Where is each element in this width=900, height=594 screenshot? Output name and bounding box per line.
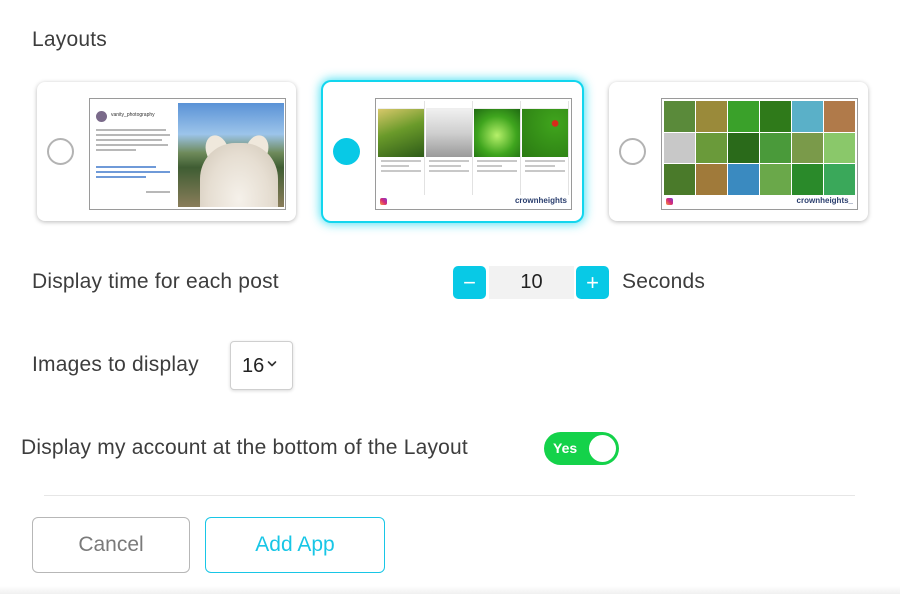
avatar: [96, 111, 107, 122]
layout-radio-3[interactable]: [619, 138, 646, 165]
brand-name: crownheights_: [796, 196, 853, 205]
display-account-toggle[interactable]: Yes: [544, 432, 619, 465]
toggle-knob: [589, 435, 616, 462]
display-time-label: Display time for each post: [32, 270, 279, 293]
seconds-label: Seconds: [622, 270, 706, 293]
display-account-label: Display my account at the bottom of the …: [21, 436, 468, 459]
layout-radio-2[interactable]: [333, 138, 360, 165]
brand-name: crownheights: [514, 196, 567, 205]
chevron-down-icon: [267, 361, 277, 367]
layout-option-3[interactable]: crownheights_: [609, 82, 868, 221]
section-title: Layouts: [32, 28, 107, 51]
add-app-button[interactable]: Add App: [205, 517, 385, 573]
toggle-state-label: Yes: [553, 440, 578, 456]
bottom-edge-shadow: [0, 586, 900, 594]
layout-thumbnail-1: vanity_photography: [89, 98, 286, 210]
display-time-input[interactable]: 10: [489, 266, 574, 299]
instagram-icon: [380, 198, 387, 205]
layout-thumbnail-2: crownheights: [375, 98, 572, 210]
images-to-display-label: Images to display: [32, 353, 199, 376]
increment-button[interactable]: +: [576, 266, 609, 299]
instagram-icon: [666, 198, 673, 205]
layout-option-2[interactable]: crownheights: [323, 82, 582, 221]
images-count-select[interactable]: 16: [230, 341, 293, 390]
divider: [44, 495, 855, 496]
cancel-button[interactable]: Cancel: [32, 517, 190, 573]
thumb-caption: vanity_photography: [111, 112, 155, 118]
layout-option-1[interactable]: vanity_photography: [37, 82, 296, 221]
layout-radio-1[interactable]: [47, 138, 74, 165]
decrement-button[interactable]: −: [453, 266, 486, 299]
layout-thumbnail-3: crownheights_: [661, 98, 858, 210]
thumb-photo-dog: [178, 103, 284, 207]
thumb-post-text: vanity_photography: [90, 99, 178, 209]
images-count-value: 16: [242, 355, 265, 377]
